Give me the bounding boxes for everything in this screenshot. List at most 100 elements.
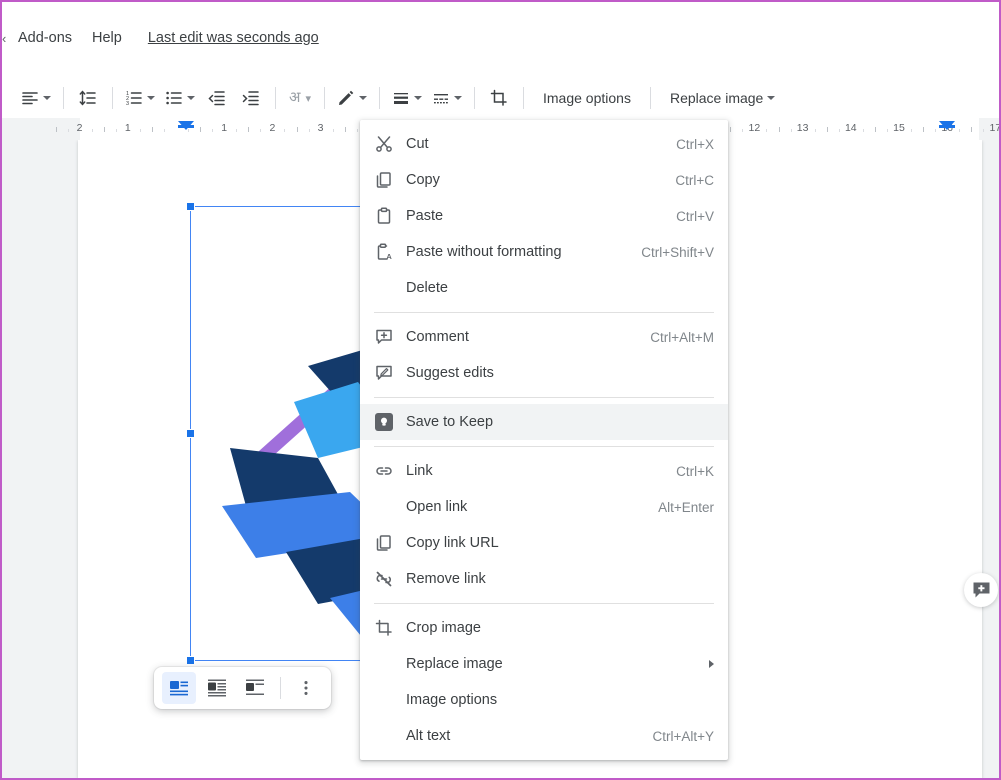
bulleted-list-button[interactable] bbox=[162, 83, 198, 113]
menu-item-save-to-keep[interactable]: Save to Keep bbox=[360, 404, 728, 440]
toolbar-divider bbox=[523, 87, 524, 109]
menu-item-shortcut: Ctrl+Alt+Y bbox=[652, 728, 714, 744]
border-weight-button[interactable] bbox=[389, 83, 425, 113]
menu-item-label: Open link bbox=[406, 499, 468, 515]
ruler-tick bbox=[200, 127, 202, 132]
menu-item-suggest-edits[interactable]: Suggest edits bbox=[360, 355, 728, 391]
wrap-text-button[interactable] bbox=[200, 672, 234, 704]
menu-item-label: Suggest edits bbox=[406, 365, 494, 381]
replace-image-label: Replace image bbox=[669, 90, 764, 106]
last-edit-status[interactable]: Last edit was seconds ago bbox=[148, 30, 319, 46]
suggest-edit-icon bbox=[376, 365, 392, 380]
menu-item-remove-link[interactable]: Remove link bbox=[360, 561, 728, 597]
ruler-number: 15 bbox=[893, 122, 905, 134]
ruler-tick bbox=[260, 129, 262, 132]
menu-item-label: Save to Keep bbox=[406, 414, 494, 430]
align-icon-button[interactable] bbox=[18, 83, 54, 113]
image-options-button[interactable]: Image options bbox=[533, 83, 641, 113]
crop-button[interactable] bbox=[484, 83, 514, 113]
resize-handle-bottom-left[interactable] bbox=[186, 656, 195, 665]
menu-item-shortcut: Ctrl+X bbox=[676, 136, 714, 152]
line-spacing-button[interactable] bbox=[73, 83, 103, 113]
menu-item-comment[interactable]: Comment Ctrl+Alt+M bbox=[360, 319, 728, 355]
ruler-tick bbox=[959, 129, 961, 132]
link-icon bbox=[372, 459, 396, 483]
ruler-tick bbox=[151, 127, 153, 132]
crop-icon bbox=[375, 619, 392, 636]
break-text-button[interactable] bbox=[238, 672, 272, 704]
menu-item-label: Alt text bbox=[406, 728, 451, 744]
menu-item-label: Cut bbox=[406, 136, 429, 152]
replace-image-button[interactable]: Replace image bbox=[660, 83, 785, 113]
menu-item-delete[interactable]: Delete bbox=[360, 270, 728, 306]
menu-item-help[interactable]: Help bbox=[84, 26, 130, 50]
link-icon bbox=[376, 467, 392, 475]
ruler-tick bbox=[838, 129, 840, 132]
ruler-tick bbox=[344, 127, 346, 132]
menu-item-label: Paste bbox=[406, 208, 444, 224]
ruler-tick bbox=[826, 127, 828, 132]
menu-item-paste-without-formatting[interactable]: A Paste without formatting Ctrl+Shift+V bbox=[360, 234, 728, 270]
ruler-tick bbox=[248, 127, 250, 132]
increase-indent-button[interactable] bbox=[236, 83, 266, 113]
svg-text:A: A bbox=[386, 252, 392, 261]
menu-item-shortcut: Ctrl+C bbox=[675, 172, 714, 188]
ruler-tick bbox=[730, 127, 732, 132]
resize-handle-middle-left[interactable] bbox=[186, 428, 195, 438]
more-options-button[interactable] bbox=[289, 672, 323, 704]
copy-icon bbox=[372, 168, 396, 192]
devanagari-a-icon: अ bbox=[289, 89, 301, 106]
right-indent-marker[interactable] bbox=[939, 121, 956, 130]
clipboard-text-icon: A bbox=[377, 243, 392, 261]
menu-item-open-link[interactable]: Open link Alt+Enter bbox=[360, 489, 728, 525]
ruler-tick bbox=[778, 127, 780, 132]
menu-bar-overflow: ‹ bbox=[2, 30, 7, 46]
add-comment-button[interactable] bbox=[964, 573, 998, 607]
ruler-tick bbox=[308, 129, 310, 132]
ruler-number: 1 bbox=[124, 122, 131, 134]
comment-add-icon bbox=[973, 582, 989, 597]
numbered-list-button[interactable]: 1 2 3 bbox=[122, 83, 158, 113]
menu-icon-placeholder bbox=[372, 724, 396, 748]
menu-item-link[interactable]: Link Ctrl+K bbox=[360, 453, 728, 489]
ruler-tick bbox=[935, 129, 937, 132]
line-spacing-icon bbox=[79, 90, 96, 106]
border-dash-button[interactable] bbox=[429, 83, 465, 113]
decrease-indent-icon bbox=[208, 91, 225, 106]
menu-item-copy[interactable]: Copy Ctrl+C bbox=[360, 162, 728, 198]
menu-item-label: Comment bbox=[406, 329, 469, 345]
ruler-tick bbox=[874, 127, 876, 132]
clipboard-icon bbox=[372, 204, 396, 228]
keep-icon bbox=[375, 413, 393, 431]
ruler-tick bbox=[55, 127, 57, 132]
menu-icon-placeholder bbox=[372, 652, 396, 676]
menu-bar: ‹ Add-ons Help Last edit was seconds ago bbox=[2, 2, 999, 74]
ruler-number: 2 bbox=[269, 122, 276, 134]
menu-item-replace-image[interactable]: Replace image bbox=[360, 646, 728, 682]
menu-item-cut[interactable]: Cut Ctrl+X bbox=[360, 126, 728, 162]
in-line-icon bbox=[170, 681, 188, 696]
scissors-icon bbox=[372, 132, 396, 156]
scissors-icon bbox=[376, 136, 392, 152]
menu-item-copy-link-url[interactable]: Copy link URL bbox=[360, 525, 728, 561]
left-indent-marker[interactable] bbox=[177, 121, 194, 130]
ruler-tick bbox=[139, 129, 141, 132]
border-color-button[interactable] bbox=[334, 83, 370, 113]
menu-item-crop-image[interactable]: Crop image bbox=[360, 610, 728, 646]
toolbar-divider bbox=[324, 87, 325, 109]
menu-item-label: Image options bbox=[406, 692, 498, 708]
ruler-number: 13 bbox=[796, 122, 809, 134]
menu-item-paste[interactable]: Paste Ctrl+V bbox=[360, 198, 728, 234]
clear-formatting-button[interactable]: अ ▾ bbox=[285, 83, 315, 113]
border-dash-icon bbox=[434, 94, 448, 104]
copy-icon bbox=[376, 535, 391, 551]
ruler-tick bbox=[284, 129, 286, 132]
wrap-in-line-button[interactable] bbox=[162, 672, 196, 704]
chevron-down-icon bbox=[187, 96, 195, 100]
resize-handle-top-left[interactable] bbox=[186, 202, 195, 211]
menu-item-alt-text[interactable]: Alt text Ctrl+Alt+Y bbox=[360, 718, 728, 754]
menu-item-add-ons[interactable]: Add-ons bbox=[10, 26, 80, 50]
menu-item-image-options[interactable]: Image options bbox=[360, 682, 728, 718]
decrease-indent-button[interactable] bbox=[202, 83, 232, 113]
menu-item-shortcut: Alt+Enter bbox=[658, 499, 714, 515]
